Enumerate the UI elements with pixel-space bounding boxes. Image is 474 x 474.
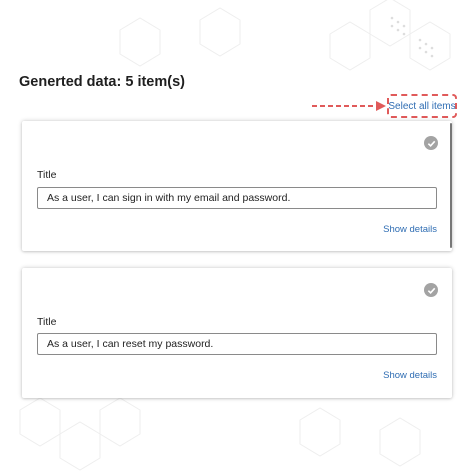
page-title: Generted data: 5 item(s) bbox=[19, 74, 185, 90]
show-details-link[interactable]: Show details bbox=[383, 370, 437, 381]
dashed-arrow-icon bbox=[312, 101, 386, 111]
generated-item-card: Title As a user, I can reset my password… bbox=[22, 268, 452, 398]
checkmark-circle-icon[interactable] bbox=[424, 283, 438, 297]
show-details-link[interactable]: Show details bbox=[383, 224, 437, 235]
title-label: Title bbox=[37, 169, 57, 181]
title-input[interactable]: As a user, I can reset my password. bbox=[37, 333, 437, 355]
title-input[interactable]: As a user, I can sign in with my email a… bbox=[37, 187, 437, 209]
scrollbar[interactable] bbox=[450, 123, 452, 248]
select-all-link[interactable]: Select all items bbox=[388, 101, 455, 112]
title-label: Title bbox=[37, 316, 57, 328]
generated-item-card: Title As a user, I can sign in with my e… bbox=[22, 121, 452, 251]
select-all-highlight: Select all items bbox=[387, 94, 457, 118]
checkmark-circle-icon[interactable] bbox=[424, 136, 438, 150]
